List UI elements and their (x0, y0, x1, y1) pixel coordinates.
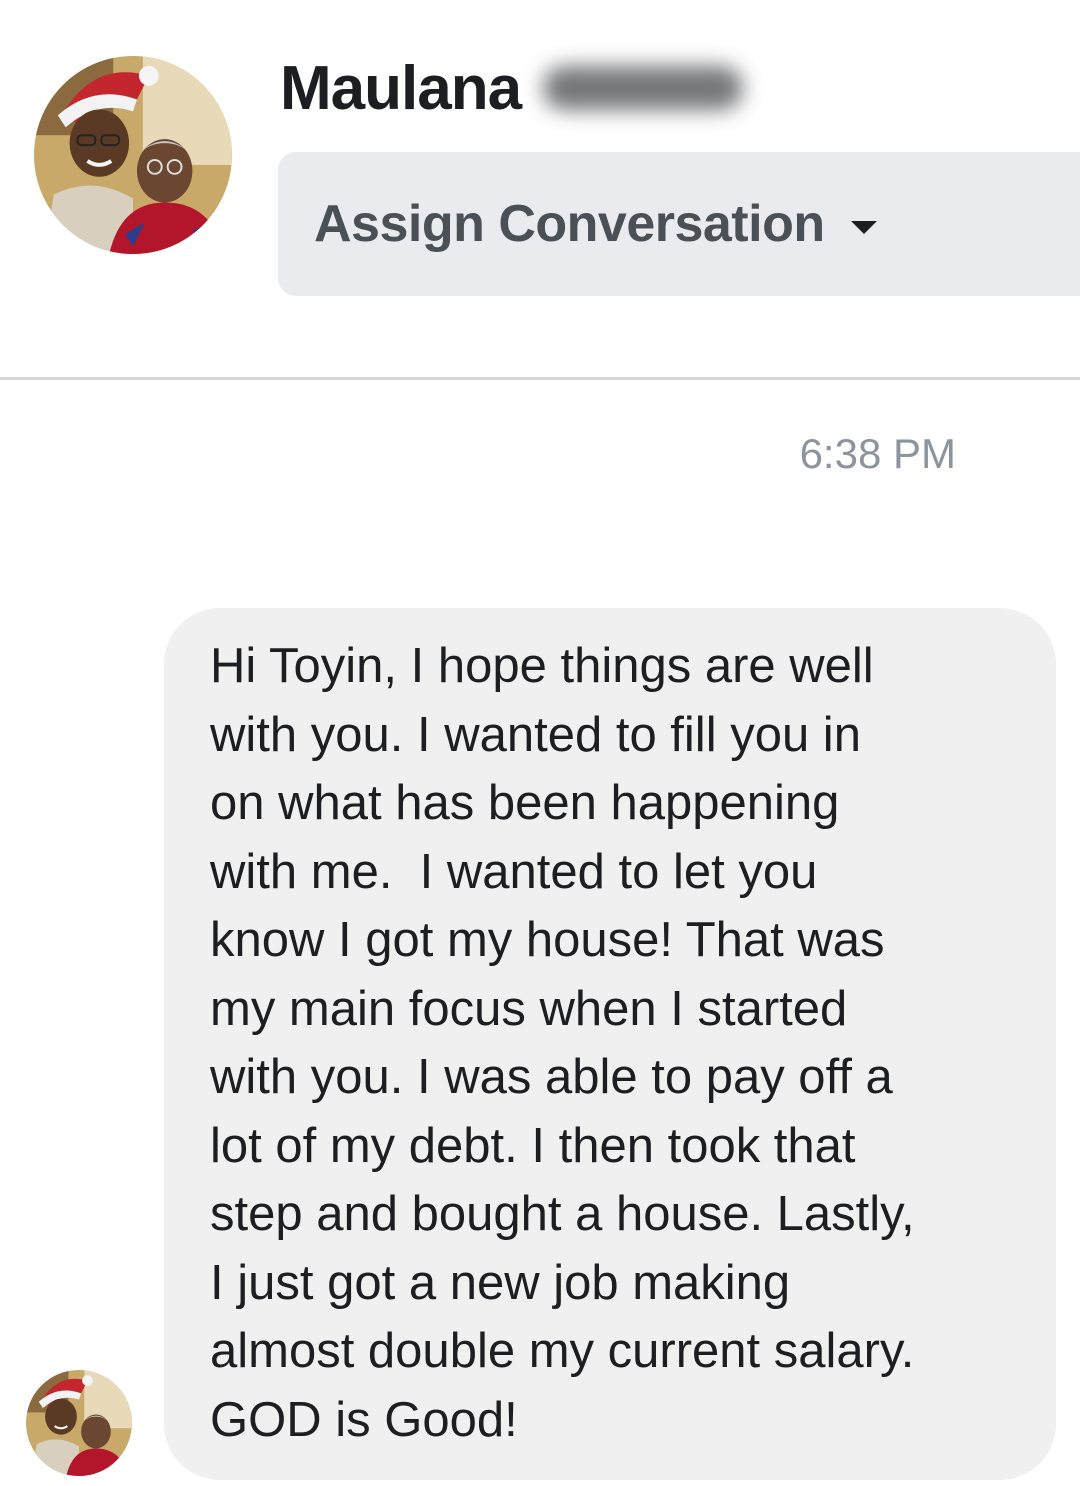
sender-avatar-photo (26, 1370, 132, 1476)
conversation-header: Maulana Assign Conversation (0, 0, 1080, 380)
redacted-last-name (543, 66, 744, 110)
assign-conversation-button[interactable]: Assign Conversation (278, 152, 1080, 296)
contact-avatar-photo (34, 56, 232, 254)
contact-name: Maulana (280, 53, 522, 123)
sender-avatar[interactable] (26, 1370, 132, 1476)
message-timestamp: 6:38 PM (799, 430, 956, 477)
header-divider (0, 377, 1080, 380)
contact-name-row: Maulana (280, 48, 744, 128)
message-text: Hi Toyin, I hope things are well with yo… (210, 639, 915, 1447)
message-bubble[interactable]: Hi Toyin, I hope things are well with yo… (164, 608, 1056, 1480)
assign-conversation-label: Assign Conversation (314, 195, 825, 253)
caret-down-icon (850, 220, 877, 234)
contact-avatar[interactable] (34, 56, 232, 254)
